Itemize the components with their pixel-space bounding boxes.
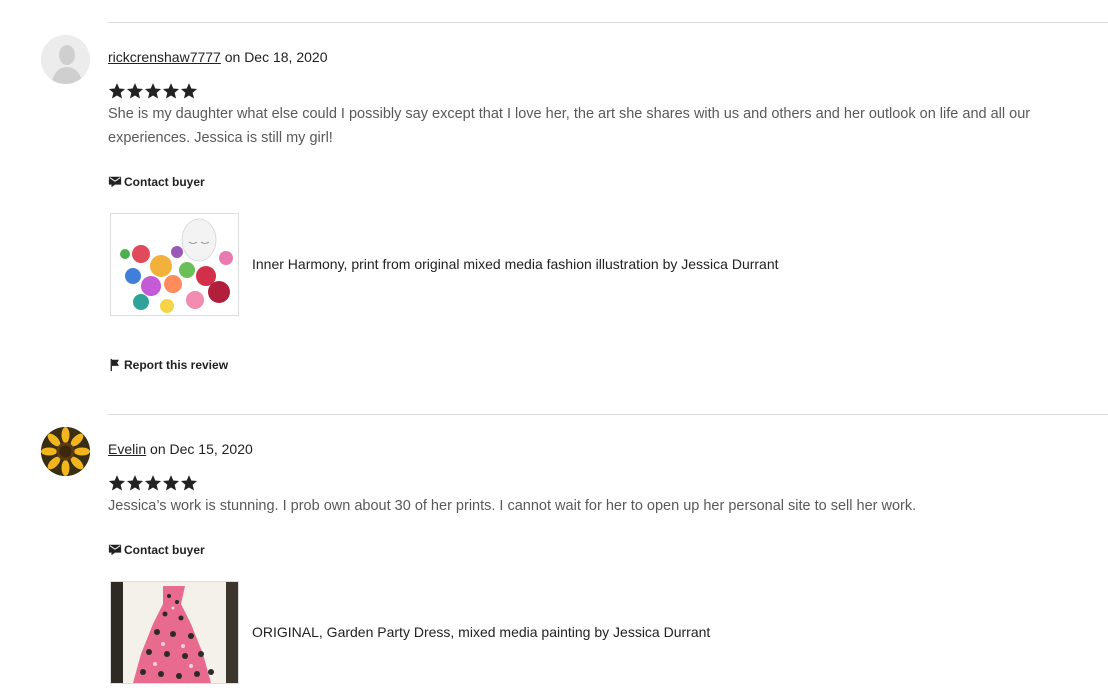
review-meta: Evelin on Dec 15, 2020 xyxy=(108,441,253,457)
product-title-link[interactable]: ORIGINAL, Garden Party Dress, mixed medi… xyxy=(252,624,710,640)
inner-harmony-artwork xyxy=(111,214,238,315)
contact-buyer-link[interactable]: Contact buyer xyxy=(108,543,205,557)
report-review-label: Report this review xyxy=(124,358,229,372)
contact-icon xyxy=(108,176,122,188)
product-thumbnail-garden-party-dress[interactable] xyxy=(110,581,239,684)
review-meta: rickcrenshaw7777 on Dec 18, 2020 xyxy=(108,49,327,65)
contact-buyer-label: Contact buyer xyxy=(124,175,205,189)
star-rating xyxy=(108,474,198,492)
review-date: on Dec 18, 2020 xyxy=(224,49,328,65)
star-icon xyxy=(144,83,162,99)
star-rating xyxy=(108,82,198,100)
sunflower-avatar xyxy=(41,427,90,476)
avatar-evelin[interactable] xyxy=(41,427,90,476)
product-title-link[interactable]: Inner Harmony, print from original mixed… xyxy=(252,256,779,272)
user-silhouette-icon xyxy=(41,35,90,84)
star-icon xyxy=(108,83,126,99)
review-date: on Dec 15, 2020 xyxy=(150,441,253,457)
star-icon xyxy=(162,475,180,491)
review-text: Jessica’s work is stunning. I prob own a… xyxy=(108,498,917,514)
review-divider-top xyxy=(108,22,1108,23)
star-icon xyxy=(180,475,198,491)
star-icon xyxy=(162,83,180,99)
product-thumbnail-inner-harmony[interactable] xyxy=(110,213,239,316)
star-icon xyxy=(108,475,126,491)
star-icon xyxy=(180,83,198,99)
star-icon xyxy=(126,475,144,491)
review-divider xyxy=(108,414,1108,415)
flag-icon xyxy=(110,358,119,372)
contact-buyer-link[interactable]: Contact buyer xyxy=(108,175,205,189)
garden-party-dress-artwork xyxy=(111,582,238,683)
report-review-link[interactable]: Report this review xyxy=(108,358,228,372)
star-icon xyxy=(144,475,162,491)
reviewer-link[interactable]: rickcrenshaw7777 xyxy=(108,49,221,65)
reviewer-link[interactable]: Evelin xyxy=(108,441,146,457)
star-icon xyxy=(126,83,144,99)
contact-buyer-label: Contact buyer xyxy=(124,543,205,557)
review-text: She is my daughter what else could I pos… xyxy=(108,106,1031,146)
contact-icon xyxy=(108,544,122,556)
avatar-rickcrenshaw[interactable] xyxy=(41,35,90,84)
